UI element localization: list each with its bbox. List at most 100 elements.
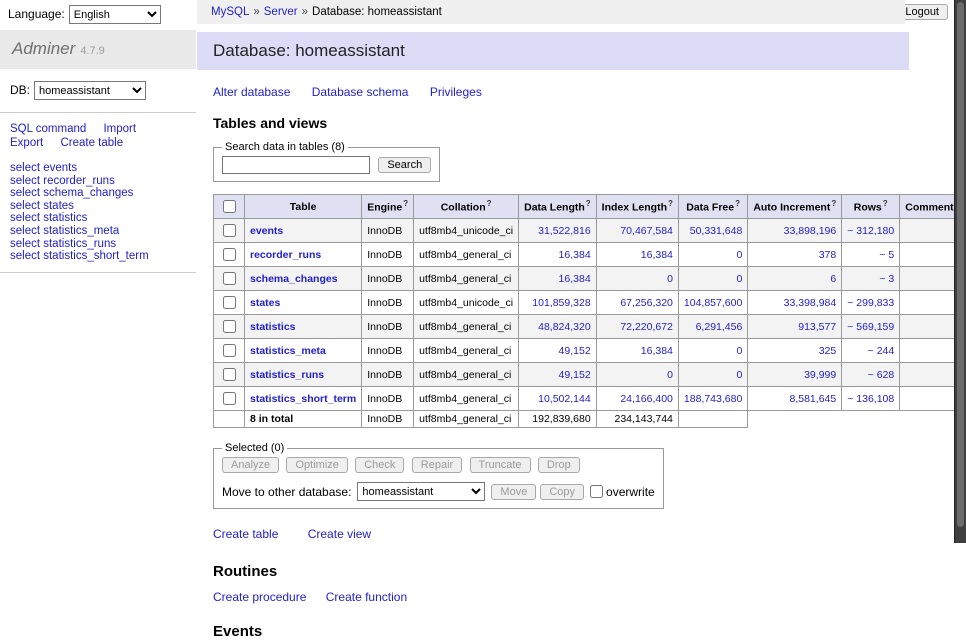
auto-increment-link[interactable]: 33,898,196 — [784, 225, 837, 237]
rows-count-link[interactable]: ~ 299,833 — [847, 297, 894, 309]
auto-increment-link[interactable]: 913,577 — [798, 321, 836, 333]
index-length-link[interactable]: 72,220,672 — [620, 321, 673, 333]
sidebar-item-select-schema-changes[interactable]: select schema_changes — [10, 187, 186, 200]
table-name-link[interactable]: statistics — [250, 321, 296, 333]
help-icon[interactable]: ? — [403, 199, 408, 208]
index-length-link[interactable]: 70,467,584 — [620, 225, 673, 237]
index-length-link[interactable]: 16,384 — [641, 345, 673, 357]
db-select[interactable]: homeassistant — [34, 81, 146, 100]
auto-increment-link[interactable]: 33,398,984 — [784, 297, 837, 309]
index-length-link[interactable]: 16,384 — [641, 249, 673, 261]
row-checkbox[interactable] — [223, 272, 236, 285]
analyze-button[interactable]: Analyze — [222, 457, 279, 473]
auto-increment-link[interactable]: 8,581,645 — [790, 393, 837, 405]
data-free-link[interactable]: 0 — [736, 249, 742, 261]
data-free-link[interactable]: 0 — [736, 273, 742, 285]
help-icon[interactable]: ? — [831, 199, 836, 208]
data-length-link[interactable]: 16,384 — [559, 249, 591, 261]
export-link[interactable]: Export — [10, 137, 43, 149]
data-length-link[interactable]: 101,859,328 — [532, 297, 590, 309]
sidebar-item-select-statistics-runs[interactable]: select statistics_runs — [10, 238, 186, 251]
create-view-link[interactable]: Create view — [308, 527, 371, 541]
rows-count-link[interactable]: ~ 628 — [868, 369, 895, 381]
drop-button[interactable]: Drop — [538, 457, 580, 473]
vertical-scrollbar[interactable] — [954, 0, 966, 543]
index-length-link[interactable]: 0 — [667, 369, 673, 381]
row-checkbox[interactable] — [223, 296, 236, 309]
optimize-button[interactable]: Optimize — [286, 457, 347, 473]
alter-database-link[interactable]: Alter database — [213, 85, 290, 99]
breadcrumb-mysql-link[interactable]: MySQL — [211, 6, 249, 18]
data-free-link[interactable]: 104,857,600 — [684, 297, 742, 309]
sidebar-item-select-events[interactable]: select events — [10, 162, 186, 175]
row-checkbox[interactable] — [223, 320, 236, 333]
privileges-link[interactable]: Privileges — [430, 85, 482, 99]
row-checkbox[interactable] — [223, 392, 236, 405]
create-procedure-link[interactable]: Create procedure — [213, 590, 306, 604]
table-name-link[interactable]: recorder_runs — [250, 249, 321, 261]
help-icon[interactable]: ? — [586, 199, 591, 208]
data-length-link[interactable]: 48,824,320 — [538, 321, 591, 333]
table-name-link[interactable]: schema_changes — [250, 273, 338, 285]
rows-count-link[interactable]: ~ 244 — [868, 345, 895, 357]
row-checkbox[interactable] — [223, 248, 236, 261]
truncate-button[interactable]: Truncate — [470, 457, 531, 473]
table-name-link[interactable]: states — [250, 297, 280, 309]
help-icon[interactable]: ? — [487, 199, 492, 208]
row-checkbox[interactable] — [223, 224, 236, 237]
data-length-link[interactable]: 10,502,144 — [538, 393, 591, 405]
rows-count-link[interactable]: ~ 136,108 — [847, 393, 894, 405]
auto-increment-link[interactable]: 39,999 — [804, 369, 836, 381]
row-checkbox[interactable] — [223, 344, 236, 357]
help-icon[interactable]: ? — [668, 199, 673, 208]
overwrite-checkbox[interactable] — [590, 485, 603, 498]
data-free-link[interactable]: 188,743,680 — [684, 393, 742, 405]
data-length-link[interactable]: 31,522,816 — [538, 225, 591, 237]
check-button[interactable]: Check — [355, 457, 404, 473]
sidebar-item-select-statistics-meta[interactable]: select statistics_meta — [10, 225, 186, 238]
auto-increment-link[interactable]: 325 — [819, 345, 837, 357]
table-name-link[interactable]: statistics_runs — [250, 369, 324, 381]
database-schema-link[interactable]: Database schema — [312, 85, 409, 99]
sidebar-item-select-statistics[interactable]: select statistics — [10, 212, 186, 225]
table-name-link[interactable]: events — [250, 225, 283, 237]
rows-count-link[interactable]: ~ 3 — [879, 273, 894, 285]
rows-count-link[interactable]: ~ 569,159 — [847, 321, 894, 333]
create-table-link-sidebar[interactable]: Create table — [60, 137, 123, 149]
search-input[interactable] — [222, 156, 370, 174]
data-length-link[interactable]: 49,152 — [559, 345, 591, 357]
auto-increment-link[interactable]: 378 — [819, 249, 837, 261]
data-length-link[interactable]: 16,384 — [559, 273, 591, 285]
breadcrumb-server-link[interactable]: Server — [264, 6, 298, 18]
help-icon[interactable]: ? — [735, 199, 740, 208]
sidebar-item-select-states[interactable]: select states — [10, 200, 186, 213]
table-name-link[interactable]: statistics_short_term — [250, 393, 356, 405]
data-free-link[interactable]: 0 — [736, 369, 742, 381]
table-name-link[interactable]: statistics_meta — [250, 345, 326, 357]
move-button[interactable]: Move — [491, 484, 536, 500]
rows-count-link[interactable]: ~ 5 — [879, 249, 894, 261]
import-link[interactable]: Import — [103, 123, 136, 135]
data-free-link[interactable]: 6,291,456 — [696, 321, 743, 333]
data-free-link[interactable]: 50,331,648 — [690, 225, 743, 237]
create-table-link[interactable]: Create table — [213, 527, 278, 541]
sidebar-item-select-recorder-runs[interactable]: select recorder_runs — [10, 175, 186, 188]
create-function-link[interactable]: Create function — [326, 590, 407, 604]
sql-command-link[interactable]: SQL command — [10, 123, 86, 135]
repair-button[interactable]: Repair — [412, 457, 462, 473]
copy-button[interactable]: Copy — [540, 484, 584, 500]
scrollbar-thumb[interactable] — [957, 2, 964, 527]
select-all-checkbox[interactable] — [223, 200, 236, 213]
help-icon[interactable]: ? — [883, 199, 888, 208]
data-free-link[interactable]: 0 — [736, 345, 742, 357]
search-button[interactable]: Search — [378, 157, 431, 173]
sidebar-item-select-statistics-short-term[interactable]: select statistics_short_term — [10, 250, 186, 263]
language-select[interactable]: English — [69, 5, 161, 24]
row-checkbox[interactable] — [223, 368, 236, 381]
auto-increment-link[interactable]: 6 — [830, 273, 836, 285]
data-length-link[interactable]: 49,152 — [559, 369, 591, 381]
index-length-link[interactable]: 24,166,400 — [620, 393, 673, 405]
index-length-link[interactable]: 67,256,320 — [620, 297, 673, 309]
rows-count-link[interactable]: ~ 312,180 — [847, 225, 894, 237]
move-database-select[interactable]: homeassistant — [357, 482, 485, 501]
